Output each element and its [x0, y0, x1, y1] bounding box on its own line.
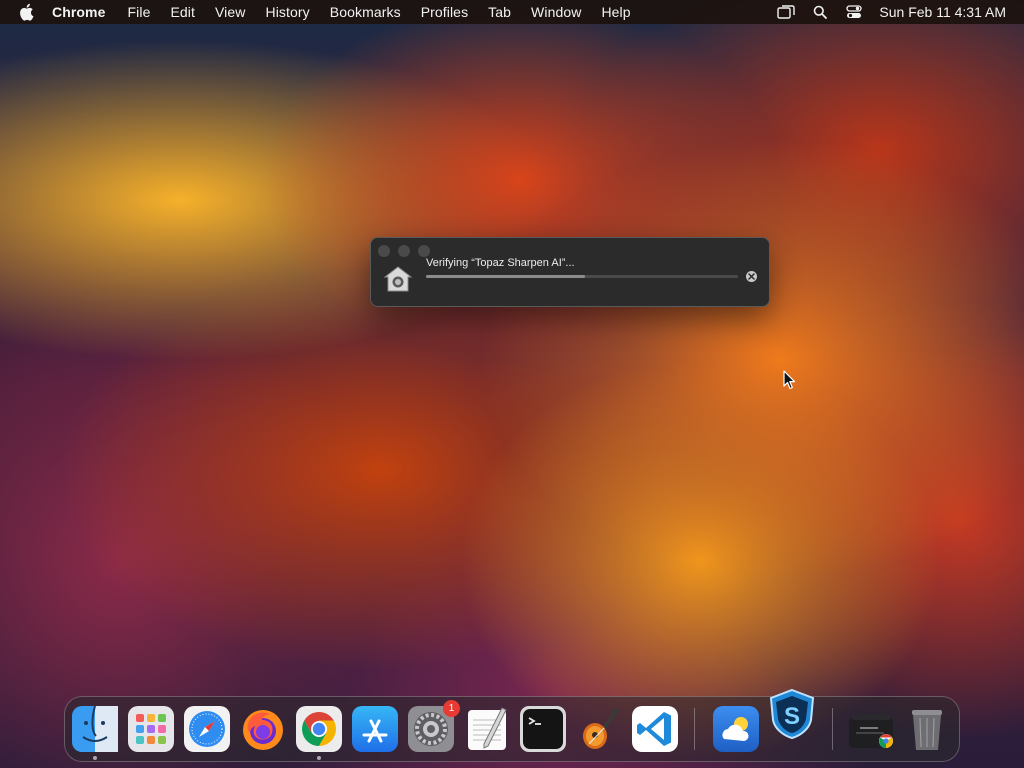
dock-garageband-icon[interactable]: [576, 706, 622, 752]
dock-downloads-stack-icon[interactable]: [848, 706, 894, 752]
verification-progress-bar: [426, 275, 738, 278]
menu-file[interactable]: File: [128, 4, 151, 20]
dock-chrome-icon[interactable]: [296, 706, 342, 752]
dock-running-indicator: [93, 756, 97, 760]
menu-bar-clock[interactable]: Sun Feb 11 4:31 AM: [879, 4, 1006, 20]
menu-app-name[interactable]: Chrome: [52, 4, 106, 20]
dock-finder-icon[interactable]: [72, 706, 118, 752]
installer-house-icon: [383, 265, 413, 293]
notification-badge: 1: [443, 700, 460, 717]
menu-bar: Chrome File Edit View History Bookmarks …: [0, 0, 1024, 24]
menu-edit[interactable]: Edit: [170, 4, 195, 20]
mouse-cursor-icon: [783, 370, 797, 390]
dock-terminal-icon[interactable]: [520, 706, 566, 752]
window-close-button[interactable]: [378, 245, 390, 257]
window-minimize-button[interactable]: [398, 245, 410, 257]
dock-safari-icon[interactable]: [184, 706, 230, 752]
dock-separator: [832, 708, 833, 750]
dock-app-store-icon[interactable]: [352, 706, 398, 752]
stop-verification-button[interactable]: [746, 271, 757, 282]
dock-launchpad-icon[interactable]: [128, 706, 174, 752]
dock-running-indicator: [317, 756, 321, 760]
control-center-icon[interactable]: [845, 4, 863, 20]
apple-menu-icon[interactable]: [18, 3, 36, 21]
dock-weather-icon[interactable]: [713, 706, 759, 752]
menu-tab[interactable]: Tab: [488, 4, 511, 20]
screen-mirroring-icon[interactable]: [777, 4, 796, 20]
menu-history[interactable]: History: [266, 4, 310, 20]
dock-firefox-icon[interactable]: [240, 706, 286, 752]
menu-help[interactable]: Help: [601, 4, 630, 20]
dock-trash-icon[interactable]: [904, 706, 950, 752]
window-zoom-button[interactable]: [418, 245, 430, 257]
dock-textedit-icon[interactable]: [464, 706, 510, 752]
menu-bookmarks[interactable]: Bookmarks: [330, 4, 401, 20]
dock-vscode-icon[interactable]: [632, 706, 678, 752]
dock-separator: [694, 708, 695, 750]
verification-progress-fill: [426, 275, 586, 278]
svg-text:S: S: [784, 703, 800, 730]
verifying-title: Verifying “Topaz Sharpen AI”...: [426, 257, 575, 269]
dock-topaz-sharpen-icon[interactable]: S: [767, 688, 817, 740]
menu-window[interactable]: Window: [531, 4, 581, 20]
verifying-dialog: Verifying “Topaz Sharpen AI”...: [370, 237, 770, 307]
spotlight-search-icon[interactable]: [811, 4, 829, 20]
dock-system-settings-icon[interactable]: 1: [408, 700, 460, 752]
menu-view[interactable]: View: [215, 4, 246, 20]
dock: 1 S: [64, 688, 960, 762]
menu-bar-status-area: Sun Feb 11 4:31 AM: [761, 0, 1006, 24]
menu-profiles[interactable]: Profiles: [421, 4, 468, 20]
